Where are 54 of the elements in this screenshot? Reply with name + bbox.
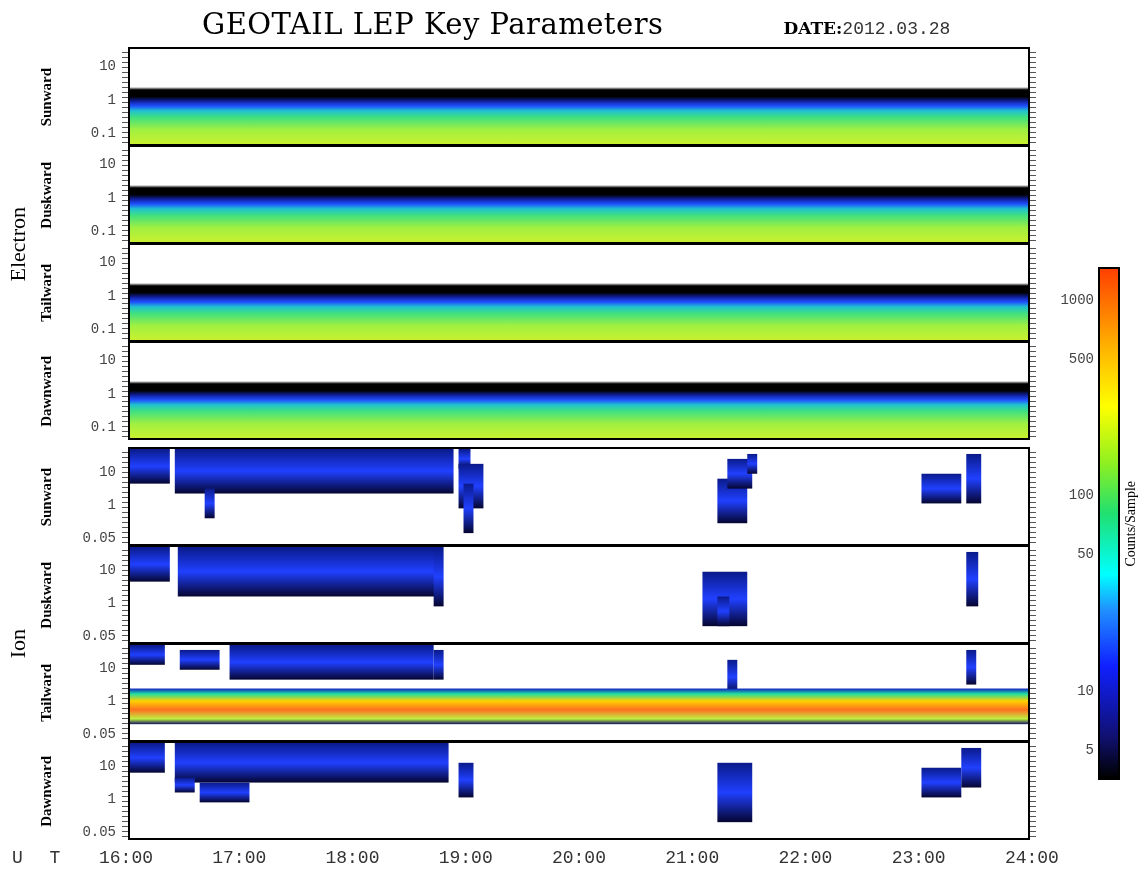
tick-label: 0.1 bbox=[90, 125, 116, 141]
tick-label: 10 bbox=[1077, 682, 1094, 699]
axis-label: Tailward bbox=[37, 264, 55, 322]
tick-label: 19:00 bbox=[438, 848, 493, 868]
tick-label: 0.05 bbox=[82, 530, 116, 546]
axis-label: Duskward bbox=[37, 561, 55, 629]
tick-label: 1000 bbox=[1060, 292, 1094, 308]
tick-label: 10 bbox=[99, 464, 116, 480]
axis-label: U T bbox=[11, 848, 70, 868]
tick-label: 10 bbox=[99, 58, 116, 74]
tick-label: 0.1 bbox=[90, 223, 116, 239]
tick-label: 1 bbox=[107, 595, 116, 611]
tick-label: 21:00 bbox=[665, 848, 720, 868]
tick-label: 0.05 bbox=[82, 824, 116, 840]
axis-label: Duskward bbox=[37, 161, 55, 229]
tick-label: 24:00 bbox=[1004, 848, 1059, 868]
tick-label: 16:00 bbox=[99, 848, 153, 868]
tick-label: 500 bbox=[1068, 350, 1094, 367]
axis-label: Tailward bbox=[37, 664, 55, 722]
group-label: Electron bbox=[5, 206, 31, 282]
tick-label: 0.1 bbox=[90, 419, 116, 435]
tick-label: 10 bbox=[99, 254, 116, 270]
tick-label: 1 bbox=[107, 693, 116, 709]
date-value: 2012.03.28 bbox=[842, 18, 951, 39]
tick-label: 18:00 bbox=[325, 848, 380, 868]
axis-label: Dawnward bbox=[37, 355, 55, 427]
tick-label: 23:00 bbox=[891, 848, 946, 868]
date-label: DATE: bbox=[783, 17, 843, 38]
axis-label: Sunward bbox=[37, 467, 55, 527]
tick-label: 10 bbox=[99, 156, 116, 172]
tick-label: 20:00 bbox=[551, 848, 606, 868]
group-label: Ion bbox=[5, 629, 31, 659]
tick-label: 10 bbox=[99, 352, 116, 368]
axis-label: Sunward bbox=[37, 67, 55, 127]
tick-label: 1 bbox=[107, 189, 116, 206]
tick-label: 0.05 bbox=[82, 628, 116, 644]
tick-label: 10 bbox=[99, 562, 116, 578]
tick-label: 10 bbox=[99, 660, 116, 676]
tick-label: 1 bbox=[107, 91, 116, 108]
tick-label: 22:00 bbox=[778, 848, 833, 868]
tick-label: 0.05 bbox=[82, 726, 116, 742]
plot-title: GEOTAIL LEP Key Parameters bbox=[202, 7, 664, 41]
tick-label: 5 bbox=[1085, 741, 1094, 758]
tick-label: 10 bbox=[99, 758, 116, 774]
tick-label: 50 bbox=[1077, 546, 1094, 563]
axis-label: Dawnward bbox=[37, 755, 55, 827]
tick-label: 1 bbox=[107, 497, 116, 513]
tick-label: 100 bbox=[1068, 487, 1094, 504]
tick-label: 1 bbox=[107, 385, 116, 402]
tick-label: 17:00 bbox=[212, 848, 267, 868]
tick-label: 1 bbox=[107, 287, 116, 304]
tick-label: 0.1 bbox=[90, 321, 116, 337]
tick-label: 1 bbox=[107, 791, 116, 807]
colorbar-title: Counts/Sample bbox=[1123, 480, 1139, 567]
